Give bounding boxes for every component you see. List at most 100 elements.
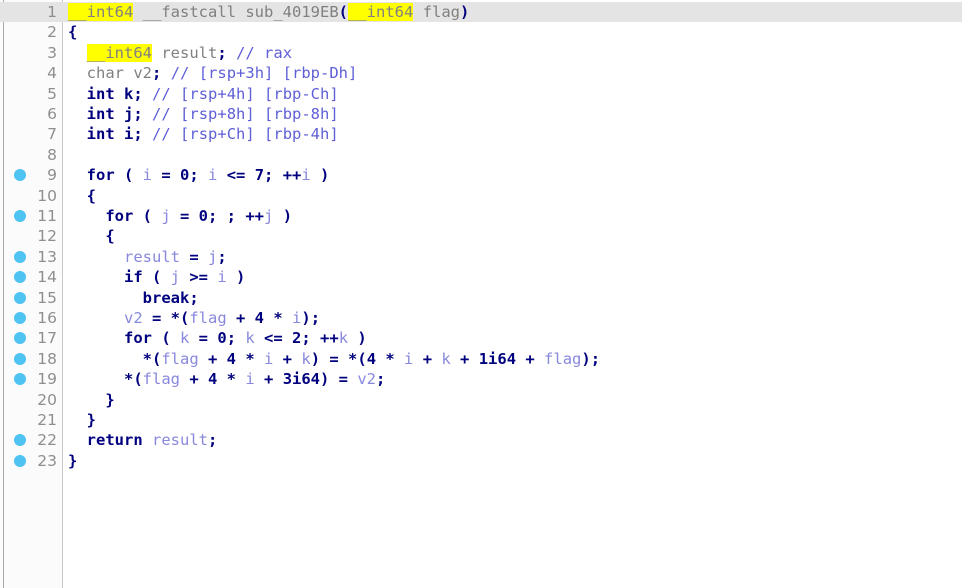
code-token[interactable] [68,268,124,286]
code-token[interactable]: k [441,350,450,368]
code-token[interactable]: ( [152,329,180,347]
code-token[interactable]: // [rsp+8h] [rbp-8h] [152,105,339,123]
code-token[interactable]: j [264,207,273,225]
code-token[interactable] [413,3,422,21]
code-token[interactable]: result [161,44,217,62]
code-token[interactable]: ) [227,268,245,286]
code-text[interactable]: { [68,186,96,206]
code-token[interactable]: ) = [320,370,357,388]
code-token[interactable]: 1i64 [479,350,516,368]
code-token[interactable]: *( [143,350,162,368]
code-token[interactable]: * [236,350,264,368]
code-token[interactable]: + [227,309,255,327]
code-token[interactable]: break [143,289,190,307]
code-token[interactable] [68,289,143,307]
code-line[interactable]: 2{ [0,22,962,42]
code-token[interactable]: __int64 [86,43,152,62]
code-text[interactable]: for ( k = 0; k <= 2; ++k ) [68,328,367,348]
code-line[interactable]: 6 int j; // [rsp+8h] [rbp-8h] [0,104,962,124]
code-token[interactable]: ; [189,289,198,307]
code-token[interactable] [68,350,143,368]
code-token[interactable]: ( [115,166,143,184]
code-token[interactable]: __int64 [348,3,414,21]
code-token[interactable]: 4 [208,370,217,388]
code-token[interactable]: // [rsp+3h] [rbp-Dh] [171,64,358,82]
code-text[interactable]: return result; [68,430,218,450]
code-token[interactable]: = [171,207,199,225]
code-token[interactable]: __int64 [68,3,134,21]
code-line[interactable]: 15 break; [0,288,962,308]
code-token[interactable]: 3i64 [283,370,320,388]
code-token[interactable]: ; [227,329,246,347]
code-token[interactable]: i [208,166,217,184]
code-token[interactable]: 2 [292,329,301,347]
code-token[interactable]: k [245,329,254,347]
code-token[interactable]: * [264,309,292,327]
code-line[interactable]: 5 int k; // [rsp+4h] [rbp-Ch] [0,84,962,104]
code-token[interactable]: * [376,350,404,368]
code-token[interactable]: <= [255,329,292,347]
code-token[interactable]: i [124,125,133,143]
code-token[interactable]: ) [348,329,366,347]
code-token[interactable]: 4 [367,350,376,368]
code-token[interactable]: v2 [357,370,376,388]
code-token[interactable]: sub_4019EB [245,3,338,21]
code-token[interactable]: + [180,370,208,388]
code-token[interactable] [68,309,124,327]
code-token[interactable]: j [124,105,133,123]
code-text[interactable]: int j; // [rsp+8h] [rbp-8h] [68,104,339,124]
code-token[interactable]: { [87,187,96,205]
code-text[interactable]: for ( j = 0; ; ++j ) [68,206,292,226]
code-token[interactable]: for [105,207,133,225]
code-line[interactable]: 22 return result; [0,430,962,450]
code-token[interactable]: } [87,411,96,429]
code-token[interactable]: 7 [255,166,264,184]
code-token[interactable]: v2 [133,64,152,82]
code-token[interactable] [115,125,124,143]
code-token[interactable] [68,64,87,82]
code-line[interactable]: 11 for ( j = 0; ; ++j ) [0,206,962,226]
code-token[interactable]: flag [189,309,226,327]
code-token[interactable]: return [87,431,143,449]
code-token[interactable]: __fastcall [143,3,236,21]
code-token[interactable]: 4 [227,350,236,368]
code-line[interactable]: 3 __int64 result; // rax [0,43,962,63]
code-token[interactable]: result [124,248,180,266]
code-token[interactable]: ; [133,105,142,123]
code-token[interactable]: i [404,350,413,368]
code-token[interactable]: for [124,329,152,347]
code-token[interactable]: j [161,207,170,225]
code-token[interactable]: = [152,166,180,184]
code-token[interactable] [68,391,105,409]
code-token[interactable]: *( [124,370,143,388]
code-text[interactable]: break; [68,288,199,308]
code-token[interactable]: int [87,105,115,123]
code-token[interactable]: result [152,431,208,449]
code-token[interactable]: ) [311,166,329,184]
code-token[interactable]: ( [339,3,348,21]
code-token[interactable]: ; [208,431,217,449]
code-token[interactable]: ( [143,268,171,286]
code-token[interactable]: i [143,166,152,184]
code-token[interactable]: k [180,329,189,347]
code-token[interactable]: 0 [217,329,226,347]
code-token[interactable]: ; [217,248,226,266]
code-token[interactable]: + [255,370,283,388]
code-token[interactable]: 0 [199,207,208,225]
code-token[interactable] [152,44,161,62]
code-line[interactable]: 8 [0,145,962,165]
code-token[interactable] [143,431,152,449]
code-token[interactable]: j [171,268,180,286]
code-text[interactable]: *(flag + 4 * i + 3i64) = v2; [68,369,385,389]
code-token[interactable]: * [217,370,245,388]
code-text[interactable]: __int64 result; // rax [68,43,292,63]
code-token[interactable] [143,125,152,143]
code-token[interactable] [124,64,133,82]
code-token[interactable] [68,329,124,347]
code-token[interactable] [68,431,87,449]
code-token[interactable] [143,85,152,103]
code-line[interactable]: 19 *(flag + 4 * i + 3i64) = v2; [0,369,962,389]
code-token[interactable] [68,125,87,143]
code-token[interactable]: ); [301,309,320,327]
code-text[interactable]: int k; // [rsp+4h] [rbp-Ch] [68,84,339,104]
